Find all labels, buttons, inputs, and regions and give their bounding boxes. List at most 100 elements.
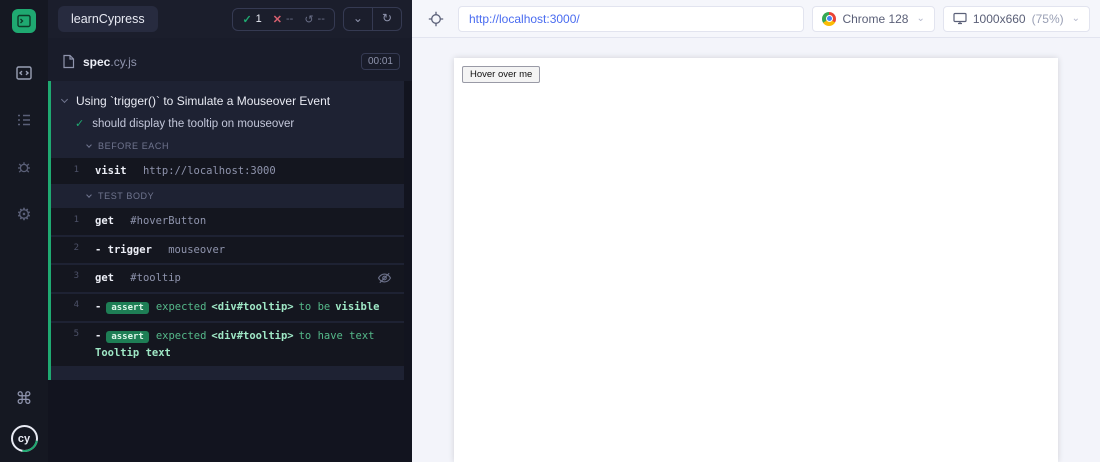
- reporter-controls: ⌄ ↻: [342, 7, 402, 31]
- url-text: http://localhost:3000/: [469, 11, 580, 26]
- failed-count: --: [286, 13, 294, 25]
- stat-failed: ✕ --: [273, 13, 294, 26]
- pending-icon: ↺: [304, 13, 314, 26]
- app-sidebar: ⚙ ⌘ cy: [0, 0, 48, 462]
- command-message: #tooltip: [130, 271, 181, 284]
- gear-icon: ⚙: [16, 204, 32, 224]
- chrome-icon: [822, 11, 837, 26]
- project-title: learnCypress: [58, 6, 158, 32]
- command-row-assert-visible[interactable]: 4 - assert expected <div#tooltip> to be visib…: [51, 293, 404, 321]
- terminal-glyph-icon: [17, 14, 31, 28]
- command-number: 1: [73, 164, 79, 175]
- chevron-down-icon: ⌄: [1071, 13, 1080, 24]
- reporter-panel: learnCypress ✓ 1 ✕ -- ↺ -- ⌄ ↻ spec.cy.j…: [48, 0, 412, 462]
- command-row-visit[interactable]: 1 visit http://localhost:3000: [51, 158, 404, 185]
- spec-duration: 00:01: [360, 53, 400, 70]
- aut-stage: http://localhost:3000/ Chrome 128 ⌄ 1000…: [412, 0, 1100, 462]
- command-row-trigger[interactable]: 2 - trigger mouseover: [51, 236, 404, 263]
- suite-title: Using `trigger()` to Simulate a Mouseove…: [76, 94, 331, 108]
- specs-icon[interactable]: [14, 63, 34, 83]
- assert-dash: -: [95, 300, 102, 313]
- browser-label: Chrome 128: [842, 11, 909, 26]
- cy-logo-text: cy: [17, 432, 31, 445]
- spec-file-row: spec.cy.js 00:01: [48, 38, 412, 81]
- assert-text: to be: [298, 300, 331, 313]
- collapse-all-button[interactable]: ⌄: [344, 8, 372, 30]
- command-body: - trigger mouseover: [95, 242, 396, 258]
- command-body: - assert expected <div#tooltip> to have text…: [95, 328, 396, 361]
- runs-icon[interactable]: [14, 110, 34, 130]
- cypress-circle-logo[interactable]: cy: [10, 425, 38, 452]
- failed-x-icon: ✕: [272, 13, 282, 26]
- assert-text: to have text: [298, 329, 375, 342]
- command-row-assert-text[interactable]: 5 - assert expected <div#tooltip> to have te…: [51, 322, 404, 366]
- command-body: visit http://localhost:3000: [95, 163, 396, 179]
- command-method: - trigger: [95, 243, 152, 256]
- command-body: get #hoverButton: [95, 213, 396, 229]
- command-message: http://localhost:3000: [142, 165, 276, 177]
- command-message: mouseover: [168, 243, 226, 256]
- assert-strong-text: <div#tooltip>: [211, 300, 294, 313]
- command-number: 5: [73, 329, 79, 340]
- before-each-label: BEFORE EACH: [98, 141, 170, 151]
- command-method: get: [95, 215, 114, 228]
- command-number: 3: [73, 271, 79, 282]
- suite-block: Using `trigger()` to Simulate a Mouseove…: [48, 81, 404, 380]
- viewport-size: 1000x660: [972, 11, 1026, 26]
- selector-playground-button[interactable]: [422, 6, 450, 32]
- assert-strong-text: <div#tooltip>: [211, 329, 294, 342]
- assert-badge: assert: [106, 330, 149, 343]
- passed-count: 1: [255, 13, 262, 25]
- specs-glyph-icon: [16, 66, 32, 80]
- command-message: #hoverButton: [130, 215, 207, 228]
- stat-passed: ✓ 1: [242, 13, 261, 26]
- spec-name-bold: spec: [83, 54, 111, 69]
- target-icon: [428, 11, 444, 26]
- url-bar[interactable]: http://localhost:3000/: [458, 5, 805, 32]
- test-passed-check-icon: ✓: [75, 118, 85, 130]
- command-row-get-tooltip[interactable]: 3 get #tooltip: [51, 264, 404, 292]
- stage-toolbar: http://localhost:3000/ Chrome 128 ⌄ 1000…: [412, 0, 1100, 38]
- before-each-header[interactable]: BEFORE EACH: [51, 134, 404, 156]
- assert-strong-text: Tooltip text: [95, 346, 171, 359]
- runs-glyph-icon: [18, 114, 30, 126]
- chevron-down-icon: [86, 191, 92, 198]
- assert-dash: -: [95, 329, 102, 342]
- command-number: 1: [73, 214, 79, 225]
- test-title-row[interactable]: ✓ should display the tooltip on mouseove…: [51, 113, 404, 134]
- settings-icon[interactable]: ⚙: [14, 204, 34, 224]
- stat-pending: ↺ --: [304, 13, 325, 26]
- cypress-app-icon[interactable]: [12, 9, 36, 33]
- hidden-element-eye-icon: [371, 270, 396, 287]
- rerun-tests-button[interactable]: ↻: [371, 8, 401, 30]
- suite-title-row[interactable]: Using `trigger()` to Simulate a Mouseove…: [51, 89, 404, 113]
- assert-text: expected: [155, 329, 207, 342]
- command-number: 2: [73, 243, 79, 254]
- command-method: visit: [95, 165, 127, 177]
- browser-select[interactable]: Chrome 128 ⌄: [812, 5, 935, 32]
- viewport-icon: [953, 12, 967, 25]
- command-number: 4: [73, 300, 79, 311]
- pending-count: --: [317, 13, 325, 25]
- command-row-get-hoverbutton[interactable]: 1 get #hoverButton: [51, 208, 404, 235]
- test-body-header[interactable]: TEST BODY: [51, 184, 404, 206]
- chevron-down-icon: ⌄: [916, 13, 925, 24]
- reporter-empty-area: [48, 379, 412, 462]
- viewport-select[interactable]: 1000x660 (75%) ⌄: [942, 5, 1090, 32]
- spec-name-ext: .cy.js: [110, 54, 137, 69]
- spec-file-name: spec.cy.js: [83, 55, 137, 69]
- test-title: should display the tooltip on mouseover: [92, 117, 295, 130]
- spec-file-icon: [63, 54, 75, 69]
- hover-over-me-button[interactable]: Hover over me: [462, 66, 541, 83]
- assert-text: expected: [155, 300, 207, 313]
- test-body-label: TEST BODY: [98, 191, 155, 202]
- keyboard-shortcuts-icon[interactable]: ⌘: [16, 389, 33, 409]
- debug-icon[interactable]: [14, 157, 34, 177]
- assert-badge: assert: [106, 301, 149, 314]
- debug-glyph-icon: [18, 162, 30, 173]
- command-body: - assert expected <div#tooltip> to be visible: [95, 299, 396, 316]
- command-method: get: [95, 271, 114, 284]
- aut-iframe: Hover over me: [454, 58, 1058, 462]
- test-stats: ✓ 1 ✕ -- ↺ --: [232, 7, 335, 31]
- reporter-header: learnCypress ✓ 1 ✕ -- ↺ -- ⌄ ↻: [48, 0, 412, 38]
